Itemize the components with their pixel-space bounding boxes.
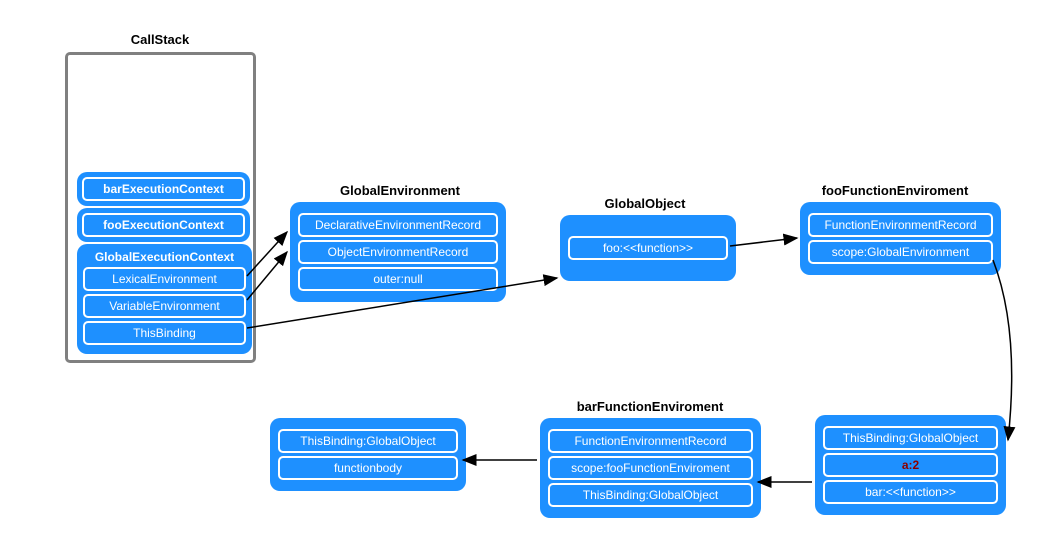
bar-ctx-box: ThisBinding:GlobalObject functionbody xyxy=(270,418,466,491)
bar-exec-ctx: barExecutionContext xyxy=(77,172,250,206)
bar-fn-env-rec: FunctionEnvironmentRecord xyxy=(548,429,753,453)
this-binding: ThisBinding xyxy=(83,321,246,345)
callstack-title: CallStack xyxy=(110,32,210,47)
lexical-env: LexicalEnvironment xyxy=(83,267,246,291)
bar-scope: scope:fooFunctionEnviroment xyxy=(548,456,753,480)
bar-env-title: barFunctionEnviroment xyxy=(565,399,735,414)
global-exec-ctx: GlobalExecutionContext LexicalEnvironmen… xyxy=(77,244,252,354)
foo-env-box: FunctionEnvironmentRecord scope:GlobalEn… xyxy=(800,202,1001,275)
foo-fn: foo:<<function>> xyxy=(568,236,728,260)
bar-ctx-this: ThisBinding:GlobalObject xyxy=(278,429,458,453)
bar-env-box: FunctionEnvironmentRecord scope:fooFunct… xyxy=(540,418,761,518)
variable-env: VariableEnvironment xyxy=(83,294,246,318)
foo-env-title: fooFunctionEnviroment xyxy=(810,183,980,198)
decl-env-rec: DeclarativeEnvironmentRecord xyxy=(298,213,498,237)
a-var: a:2 xyxy=(823,453,998,477)
foo-scope: scope:GlobalEnvironment xyxy=(808,240,993,264)
foo-this: ThisBinding:GlobalObject xyxy=(823,426,998,450)
foo-exec-ctx: fooExecutionContext xyxy=(77,208,250,242)
bar-this: ThisBinding:GlobalObject xyxy=(548,483,753,507)
foo-fn-env-rec: FunctionEnvironmentRecord xyxy=(808,213,993,237)
global-obj-title: GlobalObject xyxy=(595,196,695,211)
fn-body: functionbody xyxy=(278,456,458,480)
obj-env-rec: ObjectEnvironmentRecord xyxy=(298,240,498,264)
foo-ctx-box: ThisBinding:GlobalObject a:2 bar:<<funct… xyxy=(815,415,1006,515)
global-exec-title: GlobalExecutionContext xyxy=(83,250,246,264)
foo-exec-label: fooExecutionContext xyxy=(103,218,224,232)
global-obj-box: foo:<<function>> xyxy=(560,215,736,281)
bar-fn: bar:<<function>> xyxy=(823,480,998,504)
bar-exec-label: barExecutionContext xyxy=(103,182,224,196)
outer-null: outer:null xyxy=(298,267,498,291)
global-env-title: GlobalEnvironment xyxy=(325,183,475,198)
global-env-box: DeclarativeEnvironmentRecord ObjectEnvir… xyxy=(290,202,506,302)
